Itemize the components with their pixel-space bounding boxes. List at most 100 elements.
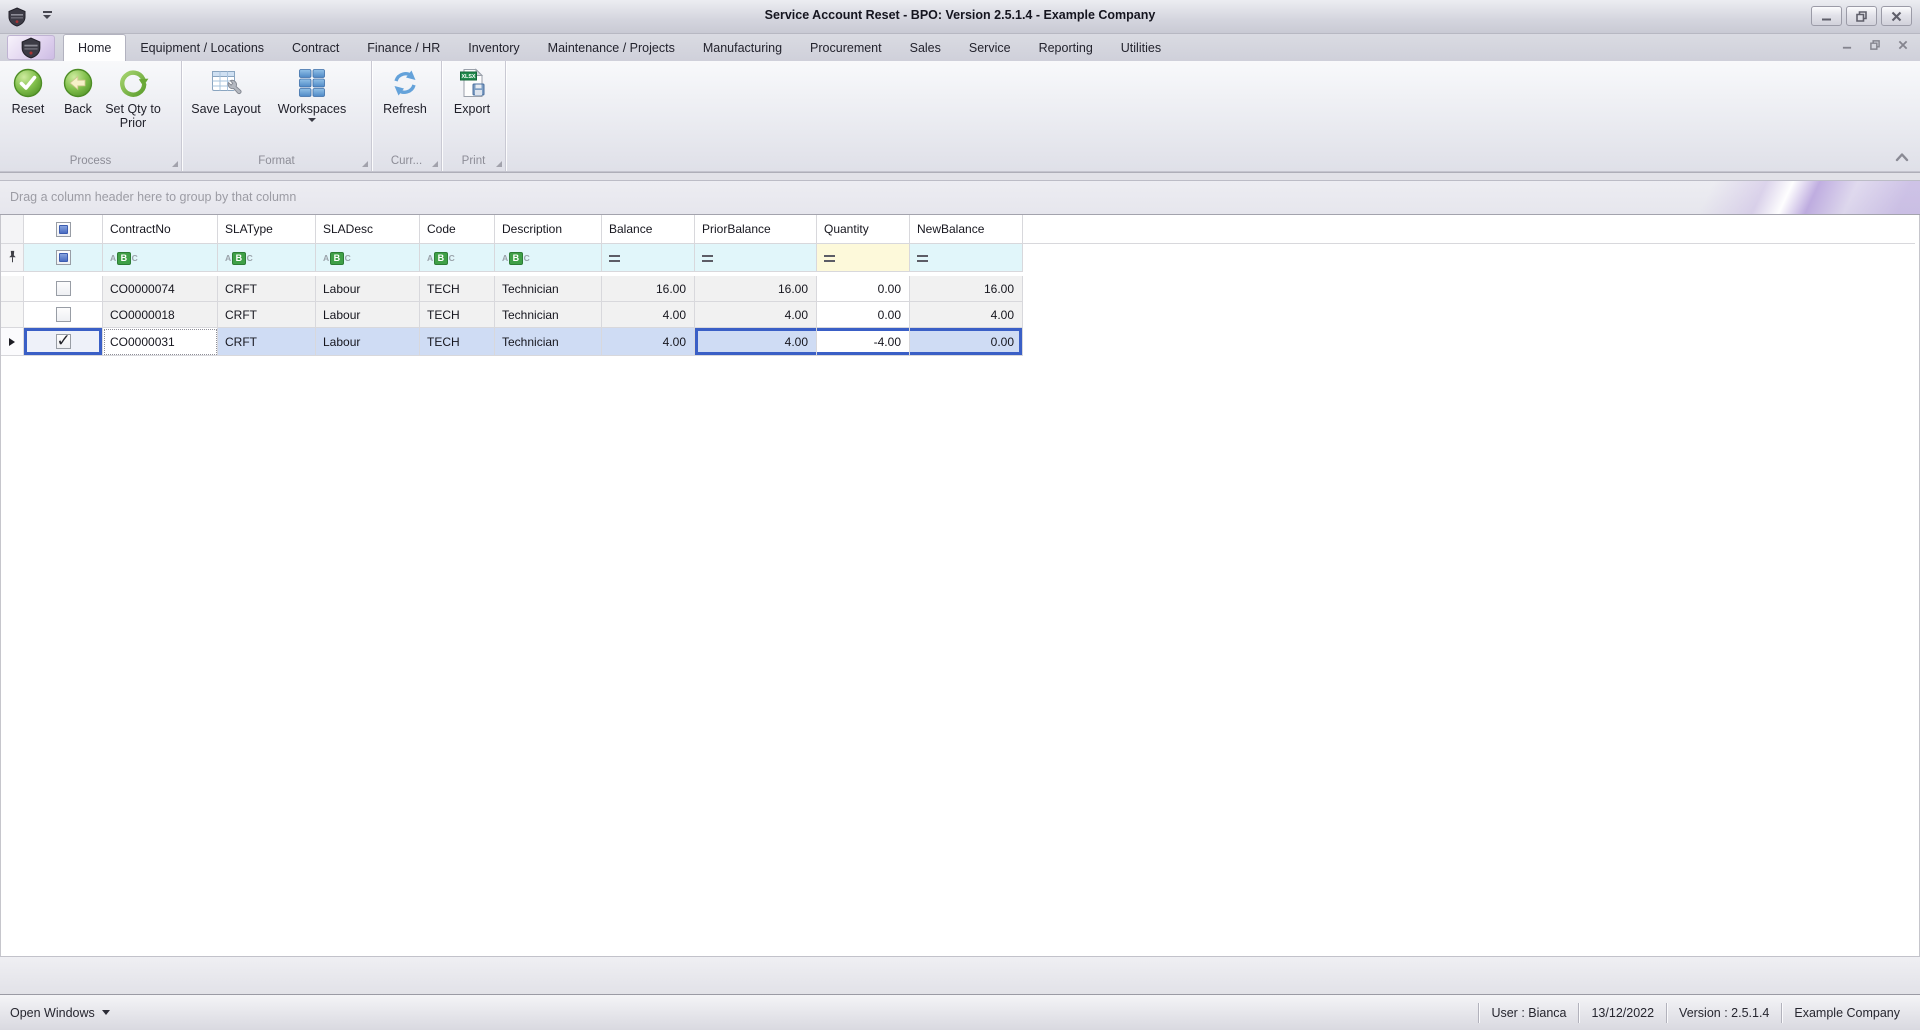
column-header-sladesc[interactable]: SLADesc: [316, 215, 420, 244]
refresh-button[interactable]: Refresh: [374, 64, 436, 116]
select-all-checkbox[interactable]: [55, 221, 71, 237]
cell-description[interactable]: Technician: [495, 328, 602, 356]
equals-filter-icon: [917, 254, 928, 262]
cell-quantity[interactable]: 0.00: [817, 276, 910, 302]
column-header-balance[interactable]: Balance: [602, 215, 695, 244]
cell-newbalance[interactable]: 16.00: [910, 276, 1023, 302]
tab-finance-hr[interactable]: Finance / HR: [353, 35, 454, 61]
filter-cell-quantity[interactable]: [817, 244, 910, 272]
cell-contractno[interactable]: CO0000018: [103, 302, 218, 328]
cell-sladesc[interactable]: Labour: [316, 328, 420, 356]
filter-cell-slatype[interactable]: ABC: [218, 244, 316, 272]
cell-quantity[interactable]: -4.00: [817, 328, 910, 356]
dialog-launcher-icon[interactable]: [432, 161, 438, 167]
cell-sladesc[interactable]: Labour: [316, 302, 420, 328]
dialog-launcher-icon[interactable]: [172, 161, 178, 167]
cell-slatype[interactable]: CRFT: [218, 302, 316, 328]
quick-access-dropdown-icon[interactable]: [40, 9, 54, 23]
cell-sladesc[interactable]: Labour: [316, 276, 420, 302]
cell-code[interactable]: TECH: [420, 276, 495, 302]
column-header-quantity[interactable]: Quantity: [817, 215, 910, 244]
tab-reporting[interactable]: Reporting: [1025, 35, 1107, 61]
column-header-slatype[interactable]: SLAType: [218, 215, 316, 244]
row-select-cell[interactable]: [24, 328, 103, 356]
ribbon-group-caption-current: Curr...: [372, 152, 441, 171]
row-checkbox[interactable]: [55, 281, 71, 297]
cell-code[interactable]: TECH: [420, 328, 495, 356]
workspaces-button[interactable]: Workspaces: [268, 64, 356, 122]
filter-cell-code[interactable]: ABC: [420, 244, 495, 272]
cell-contractno[interactable]: CO0000074: [103, 276, 218, 302]
reset-check-icon: [12, 67, 44, 99]
filter-cell-description[interactable]: ABC: [495, 244, 602, 272]
open-windows-dropdown[interactable]: Open Windows: [0, 1006, 110, 1020]
row-select-cell[interactable]: [24, 276, 103, 302]
row-filler: [1023, 302, 1915, 328]
filter-checkbox-cell[interactable]: [24, 244, 103, 272]
tab-contract[interactable]: Contract: [278, 35, 353, 61]
filter-cell-contractno[interactable]: ABC: [103, 244, 218, 272]
cell-description[interactable]: Technician: [495, 276, 602, 302]
cell-balance[interactable]: 4.00: [602, 302, 695, 328]
cell-priorbalance[interactable]: 16.00: [695, 276, 817, 302]
group-by-panel[interactable]: Drag a column header here to group by th…: [0, 181, 1920, 215]
tab-maintenance-projects[interactable]: Maintenance / Projects: [534, 35, 689, 61]
reset-button[interactable]: Reset: [2, 64, 54, 116]
group-by-hint: Drag a column header here to group by th…: [10, 190, 297, 204]
filter-cell-newbalance[interactable]: [910, 244, 1023, 272]
minimize-button[interactable]: [1811, 6, 1842, 26]
cell-newbalance[interactable]: 4.00: [910, 302, 1023, 328]
cell-quantity[interactable]: 0.00: [817, 302, 910, 328]
cell-description[interactable]: Technician: [495, 302, 602, 328]
column-header-description[interactable]: Description: [495, 215, 602, 244]
save-layout-button[interactable]: Save Layout: [184, 64, 268, 116]
child-restore-button[interactable]: [1870, 40, 1880, 50]
cell-slatype[interactable]: CRFT: [218, 276, 316, 302]
row-checkbox[interactable]: [55, 331, 71, 351]
close-button[interactable]: [1881, 6, 1912, 26]
collapse-ribbon-button[interactable]: [1892, 147, 1912, 165]
row-select-cell[interactable]: [24, 302, 103, 328]
application-menu-button[interactable]: [7, 35, 55, 60]
cell-balance[interactable]: 4.00: [602, 328, 695, 356]
export-button[interactable]: XLSX Export: [444, 64, 500, 116]
cell-priorbalance[interactable]: 4.00: [695, 328, 817, 356]
tab-equipment-locations[interactable]: Equipment / Locations: [126, 35, 278, 61]
filter-cell-sladesc[interactable]: ABC: [316, 244, 420, 272]
set-qty-to-prior-button-label: Set Qty to Prior: [105, 102, 161, 130]
dialog-launcher-icon[interactable]: [362, 161, 368, 167]
cell-priorbalance[interactable]: 4.00: [695, 302, 817, 328]
tab-procurement[interactable]: Procurement: [796, 35, 896, 61]
filter-cell-balance[interactable]: [602, 244, 695, 272]
refresh-button-label: Refresh: [383, 102, 427, 116]
set-qty-to-prior-button[interactable]: Set Qty to Prior: [102, 64, 164, 130]
filter-checkbox[interactable]: [55, 250, 71, 266]
column-header-contractno[interactable]: ContractNo: [103, 215, 218, 244]
restore-button[interactable]: [1846, 6, 1877, 26]
child-minimize-button[interactable]: [1842, 40, 1852, 50]
select-all-column-header[interactable]: [24, 215, 103, 244]
row-checkbox[interactable]: [55, 307, 71, 323]
tab-service[interactable]: Service: [955, 35, 1025, 61]
cell-contractno[interactable]: CO0000031: [103, 328, 218, 356]
column-header-code[interactable]: Code: [420, 215, 495, 244]
tab-utilities[interactable]: Utilities: [1107, 35, 1175, 61]
column-header-priorbalance[interactable]: PriorBalance: [695, 215, 817, 244]
column-header-newbalance[interactable]: NewBalance: [910, 215, 1023, 244]
tab-home[interactable]: Home: [63, 34, 127, 61]
cell-code[interactable]: TECH: [420, 302, 495, 328]
cell-newbalance[interactable]: 0.00: [910, 328, 1023, 356]
table-row: CO0000018 CRFT Labour TECH Technician 4.…: [1, 302, 1915, 328]
cell-balance[interactable]: 16.00: [602, 276, 695, 302]
tab-manufacturing[interactable]: Manufacturing: [689, 35, 796, 61]
dialog-launcher-icon[interactable]: [496, 161, 502, 167]
tab-inventory[interactable]: Inventory: [454, 35, 533, 61]
workspaces-tiles-icon: [296, 67, 328, 99]
child-close-button[interactable]: [1898, 40, 1908, 50]
ribbon-group-print: XLSX Export Print: [442, 61, 506, 171]
filter-cell-priorbalance[interactable]: [695, 244, 817, 272]
back-button[interactable]: Back: [54, 64, 102, 116]
tab-sales[interactable]: Sales: [896, 35, 955, 61]
cell-slatype[interactable]: CRFT: [218, 328, 316, 356]
app-icon[interactable]: [7, 7, 27, 27]
